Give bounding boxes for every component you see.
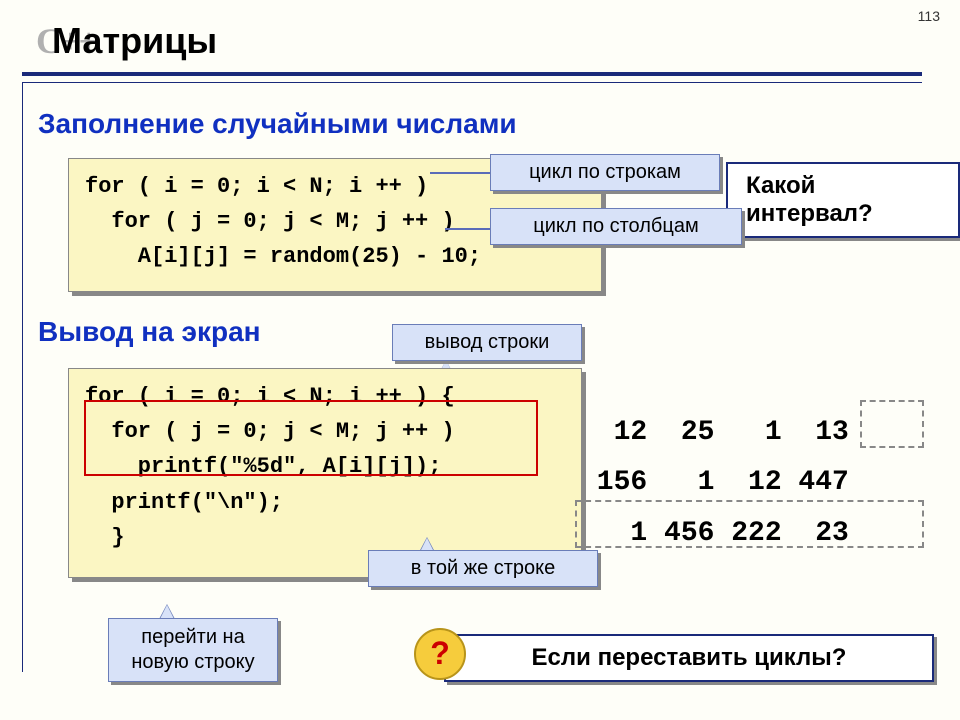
callout-line-output: вывод строки [392,324,582,361]
callout-rows-loop: цикл по строкам [490,154,720,191]
question-mark-icon: ? [414,628,466,680]
callout-cols-loop: цикл по столбцам [490,208,742,245]
divider-vertical [22,82,23,672]
connector-cols [445,228,491,230]
dashed-highlight-1 [860,400,924,448]
divider-thick [22,72,922,76]
output-sample: 12 25 1 13 156 1 12 447 1 456 222 23 [580,408,849,559]
section1-heading: Заполнение случайными числами [38,108,517,140]
callout-new-line: перейти на новую строку [108,618,278,682]
section2-heading: Вывод на экран [38,316,261,348]
divider-thin [22,82,922,83]
connector-rows [430,172,490,174]
highlight-inner-loop [84,400,538,476]
slide-root: 113 C++ Матрицы Заполнение случайными чи… [0,0,960,720]
question-swap-loops: Если переставить циклы? [444,634,934,682]
question-interval: Какой интервал? [726,162,960,238]
callout-same-line: в той же строке [368,550,598,587]
page-number: 113 [918,8,940,24]
slide-title: Матрицы [52,20,217,62]
